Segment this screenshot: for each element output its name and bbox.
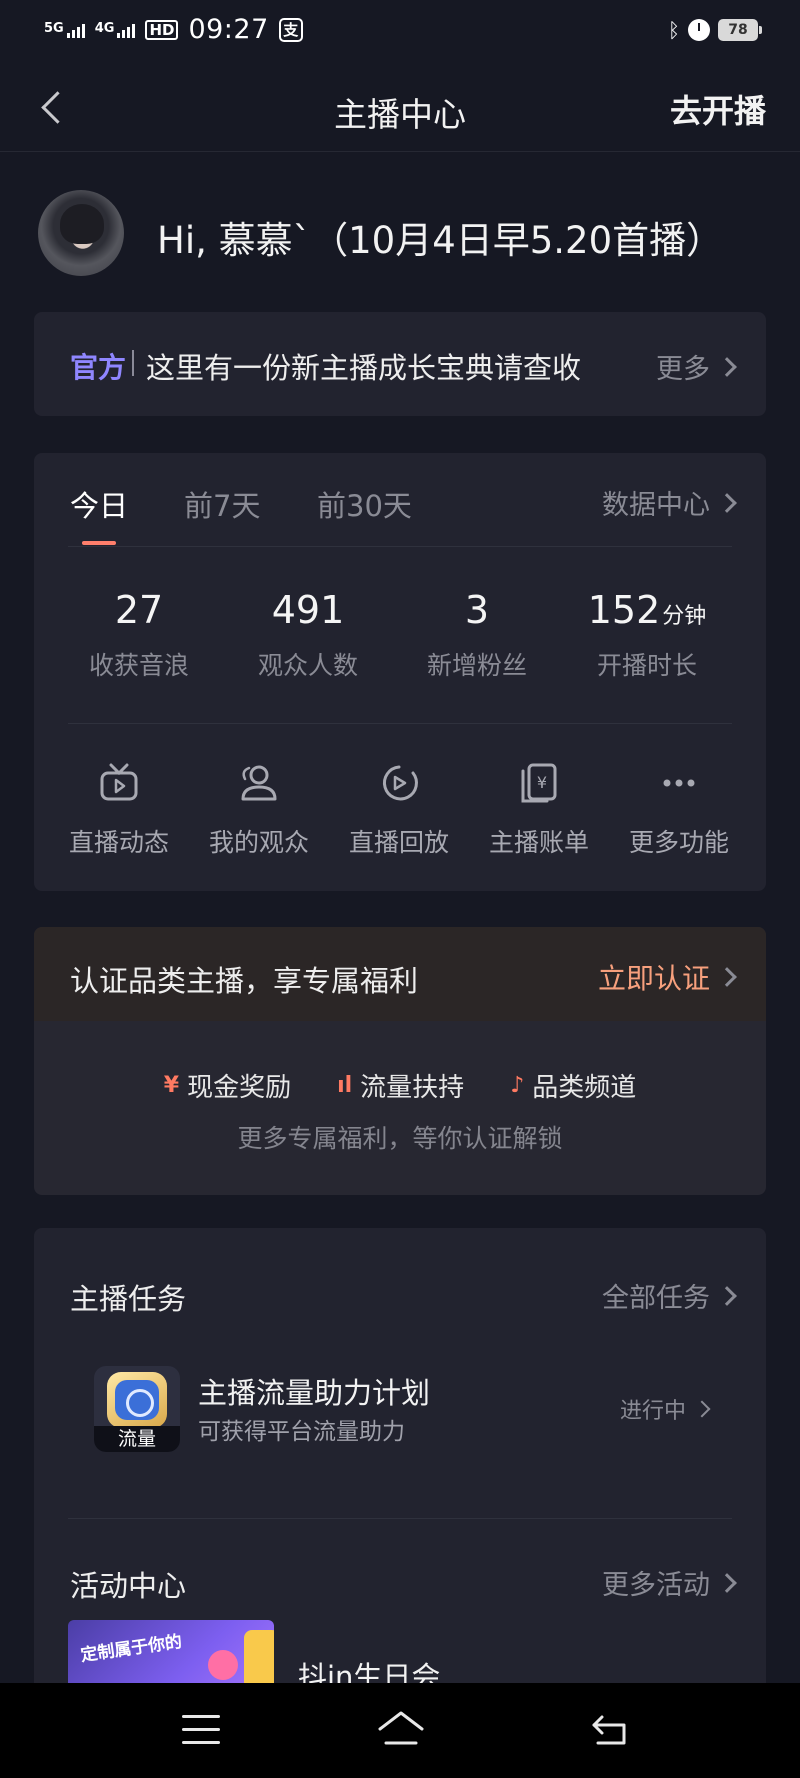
tasks-title: 主播任务: [70, 1282, 187, 1316]
metric-unit: 分钟: [662, 604, 707, 629]
chevron-right-icon: [717, 1572, 737, 1593]
metric-label: 开播时长: [596, 651, 697, 680]
certify-now-button[interactable]: 立即认证: [597, 957, 737, 997]
function-label: 直播回放: [348, 828, 449, 857]
metric-new-fans[interactable]: 3 新增粉丝: [392, 588, 562, 682]
divider: [68, 1518, 732, 1519]
data-center-link[interactable]: 数据中心: [602, 483, 737, 522]
metric-label: 新增粉丝: [426, 651, 527, 680]
benefit-channel: ♪ 品类频道: [510, 1067, 636, 1104]
chevron-right-icon: [717, 967, 737, 987]
home-icon[interactable]: [376, 1709, 426, 1749]
benefit-label: 品类频道: [532, 1073, 637, 1103]
function-label: 主播账单: [488, 828, 589, 857]
anchor-center-page: 5G 4G HD 09:27 支 ᛒ 78 主播中心 去开播 Hi, 慕慕`（1…: [0, 0, 800, 1778]
live-updates-button[interactable]: 直播动态: [54, 761, 184, 859]
alarm-icon: [688, 19, 710, 41]
tab-today[interactable]: 今日: [70, 483, 128, 525]
greeting-text: Hi, 慕慕`（10月4日早5.20首播）: [157, 219, 724, 262]
bar-chart-icon: ıl: [337, 1073, 353, 1098]
nav-bar: 主播中心 去开播: [0, 64, 800, 152]
yen-icon: ¥: [163, 1073, 180, 1098]
stats-card: 今日 前7天 前30天 数据中心 27 收获音浪 491 观众人数 3 新增粉丝…: [34, 453, 766, 891]
metric-value: 152: [587, 588, 661, 632]
metric-label: 观众人数: [257, 651, 358, 680]
task-description: 可获得平台流量助力: [198, 1419, 405, 1445]
function-label: 我的观众: [208, 828, 309, 857]
more-dots-icon: [663, 779, 695, 787]
signal-4g-icon: 4G: [95, 22, 136, 38]
status-bar: 5G 4G HD 09:27 支 ᛒ 78: [0, 0, 800, 64]
official-separator: [132, 350, 134, 376]
activity-center-title: 活动中心: [70, 1569, 187, 1603]
more-activities-label: 更多活动: [602, 1570, 710, 1601]
metric-value: 491: [271, 588, 345, 632]
traffic-task-icon: 流量: [94, 1366, 180, 1452]
function-label: 更多功能: [628, 828, 729, 857]
system-nav-bar: [0, 1683, 800, 1778]
benefit-cash: ¥ 现金奖励: [164, 1067, 291, 1104]
hd-voice-icon: HD: [145, 19, 179, 40]
battery-icon: 78: [718, 19, 762, 41]
benefit-label: 流量扶持: [360, 1073, 465, 1103]
banner-text: 定制属于你的: [79, 1631, 184, 1666]
certify-title: 认证品类主播，享专属福利: [70, 964, 419, 998]
live-replay-button[interactable]: 直播回放: [334, 761, 464, 859]
task-name[interactable]: 主播流量助力计划: [198, 1370, 430, 1412]
notification-app-icon: 支: [278, 17, 303, 42]
certify-subtitle: 更多专属福利，等你认证解锁: [237, 1124, 563, 1153]
go-live-button[interactable]: 去开播: [670, 86, 766, 132]
all-tasks-link[interactable]: 全部任务: [602, 1276, 737, 1315]
metric-live-duration[interactable]: 152分钟 开播时长: [562, 588, 732, 682]
all-tasks-label: 全部任务: [602, 1283, 710, 1314]
official-notice-card[interactable]: 官方 这里有一份新主播成长宝典请查收 更多: [34, 312, 766, 416]
anchor-bill-button[interactable]: ¥ 主播账单: [474, 761, 604, 859]
metric-label: 收获音浪: [88, 651, 189, 680]
metric-viewers[interactable]: 491 观众人数: [223, 588, 393, 682]
return-icon[interactable]: [590, 1713, 630, 1747]
certify-card: 认证品类主播，享专属福利 立即认证 ¥ 现金奖励 ıl 流量扶持 ♪ 品类频道 …: [34, 927, 766, 1195]
benefit-list: ¥ 现金奖励 ıl 流量扶持 ♪ 品类频道: [34, 1067, 766, 1104]
active-tab-indicator: [82, 541, 116, 545]
benefit-label: 现金奖励: [187, 1073, 292, 1103]
tab-7-days[interactable]: 前7天: [184, 483, 260, 525]
metric-value: 3: [464, 588, 490, 632]
tv-icon: [100, 763, 138, 801]
chevron-right-icon: [717, 1285, 737, 1306]
metric-value: 27: [114, 588, 164, 632]
menu-icon[interactable]: [182, 1715, 220, 1745]
official-more-link[interactable]: 更多: [656, 347, 737, 386]
signal-5g-icon: 5G: [44, 22, 85, 38]
avatar[interactable]: [38, 190, 124, 276]
task-icon-caption: 流量: [94, 1426, 180, 1452]
bluetooth-icon: ᛒ: [668, 18, 680, 42]
function-label: 直播动态: [68, 828, 169, 857]
more-activities-link[interactable]: 更多活动: [602, 1563, 737, 1602]
divider: [68, 723, 732, 724]
battery-level: 78: [728, 22, 748, 38]
official-notice-text: 这里有一份新主播成长宝典请查收: [146, 351, 582, 385]
bill-icon: ¥: [521, 763, 557, 803]
data-center-label: 数据中心: [602, 490, 710, 521]
certify-header: 认证品类主播，享专属福利 立即认证: [34, 927, 766, 1021]
more-functions-button[interactable]: 更多功能: [614, 761, 744, 859]
task-status-label: 进行中: [619, 1399, 686, 1424]
chevron-right-icon: [693, 1400, 711, 1418]
official-more-label: 更多: [656, 354, 710, 385]
metric-sound-waves[interactable]: 27 收获音浪: [54, 588, 224, 682]
my-audience-button[interactable]: 我的观众: [194, 761, 324, 859]
audience-icon: [241, 765, 277, 801]
clock: 09:27: [188, 14, 269, 45]
official-tag: 官方: [70, 351, 127, 384]
replay-icon: [382, 765, 418, 801]
music-note-icon: ♪: [510, 1073, 525, 1098]
tab-30-days[interactable]: 前30天: [317, 483, 412, 525]
certify-now-label: 立即认证: [597, 962, 710, 995]
svg-text:¥: ¥: [537, 773, 547, 792]
chevron-right-icon: [717, 356, 737, 377]
chevron-right-icon: [717, 492, 737, 513]
divider: [68, 546, 732, 547]
task-status-link[interactable]: 进行中: [619, 1393, 711, 1425]
benefit-traffic: ıl 流量扶持: [337, 1067, 464, 1104]
